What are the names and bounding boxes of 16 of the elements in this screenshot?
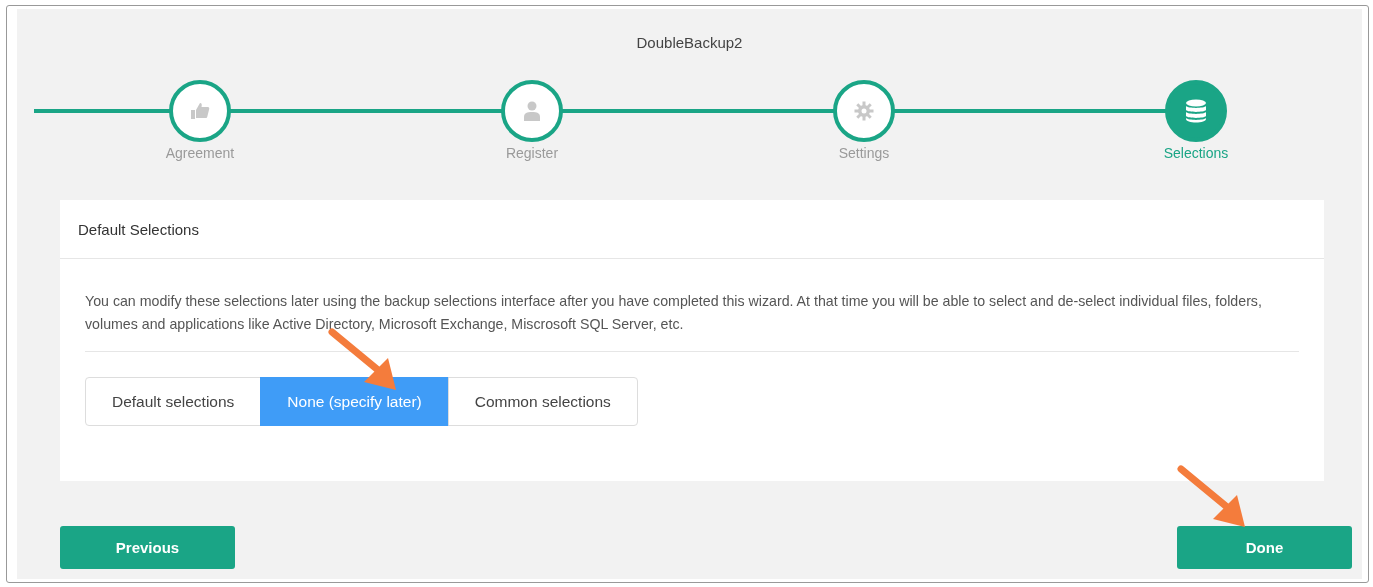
done-button[interactable]: Done (1177, 526, 1352, 569)
step-label: Agreement (165, 145, 235, 161)
gear-icon (854, 101, 874, 121)
step-label: Register (505, 145, 559, 161)
option-button[interactable]: None (specify later) (260, 377, 449, 426)
previous-button[interactable]: Previous (60, 526, 235, 569)
thumbs-up-icon (190, 102, 210, 120)
window-title: DoubleBackup2 (635, 34, 744, 53)
card-title: Default Selections (78, 220, 199, 238)
option-button[interactable]: Default selections (85, 377, 262, 426)
description-text: You can modify these selections later using the backup selections interface after you have completed this wizard. At that time you will be able to select and de-select individual files, folders, volumes and applications like Active Directory, Microsoft Exchange, Miscrosoft SQL Server, etc. (85, 292, 1263, 334)
step-label: Settings (838, 145, 890, 161)
option-button[interactable]: Common selections (447, 377, 638, 426)
database-icon (1185, 99, 1207, 123)
person-icon (523, 101, 541, 121)
step-label: Selections (1163, 145, 1229, 161)
